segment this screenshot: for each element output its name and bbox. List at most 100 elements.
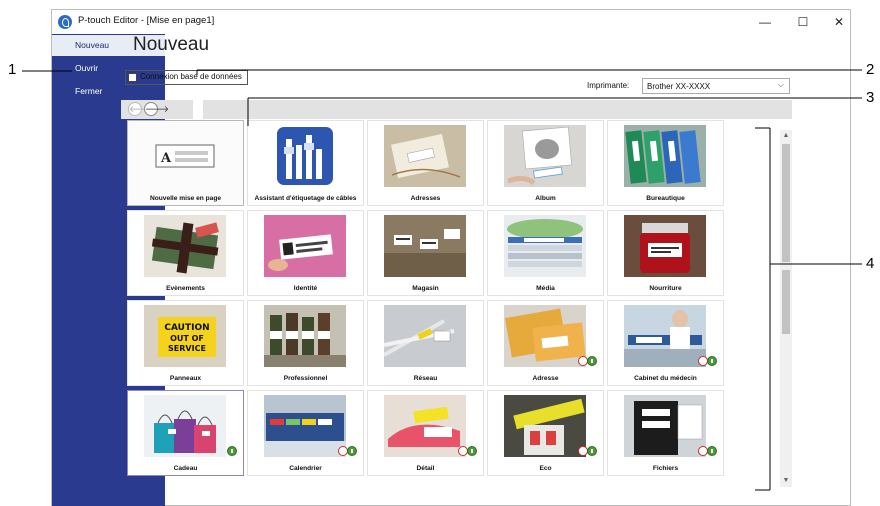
network-cables-photo xyxy=(384,305,466,367)
service-text: SERVICE xyxy=(168,344,206,353)
template-tile-nourriture[interactable]: Nourriture xyxy=(607,210,724,296)
template-tile-evenements[interactable]: Evènements xyxy=(127,210,244,296)
tile-label: Adresses xyxy=(410,195,441,202)
template-tile-cabinet-medecin[interactable]: Cabinet du médecin xyxy=(607,300,724,386)
doctor-office-photo xyxy=(624,305,706,367)
cable-wizard-thumbnail xyxy=(277,127,333,185)
store-photo xyxy=(384,215,466,277)
address-envelope-photo xyxy=(504,305,586,367)
tile-label: Calendrier xyxy=(289,465,322,472)
template-tile-assistant-cables[interactable]: Assistant d'étiquetage de câbles xyxy=(247,120,364,206)
download-icon[interactable] xyxy=(227,446,237,456)
scrollbar-thumb[interactable] xyxy=(782,144,790,262)
gift-bags-photo xyxy=(144,395,226,457)
template-tile-detail[interactable]: Détail xyxy=(367,390,484,476)
events-gift-photo xyxy=(144,215,226,277)
template-tile-album[interactable]: Album xyxy=(487,120,604,206)
download-icon[interactable] xyxy=(707,356,717,366)
window-title: P-touch Editor - [Mise en page1] xyxy=(78,15,215,26)
callout-1: 1 xyxy=(8,61,17,78)
printer-select[interactable]: Brother XX-XXXX ⌵ xyxy=(642,78,790,94)
tile-label: Nouvelle mise en page xyxy=(149,195,222,202)
template-tile-professionnel[interactable]: Professionnel xyxy=(247,300,364,386)
back-arrow-icon[interactable]: 🡐 xyxy=(128,102,153,116)
tile-label: Détail xyxy=(416,465,435,472)
tile-label: Eco xyxy=(539,465,552,472)
title-bar[interactable]: P-touch Editor - [Mise en page1] — ☐ ✕ xyxy=(52,10,850,34)
template-tile-adresses[interactable]: Adresses xyxy=(367,120,484,206)
maximize-button[interactable]: ☐ xyxy=(790,12,816,32)
template-tile-calendrier[interactable]: Calendrier xyxy=(247,390,364,476)
template-tile-bureautique[interactable]: Bureautique xyxy=(607,120,724,206)
signs-caution-photo: CAUTION OUT OF SERVICE xyxy=(144,305,226,367)
template-grid: A Nouvelle mise en page Assistant d'étiq… xyxy=(127,120,737,483)
tile-label: Média xyxy=(536,285,555,292)
ptouch-app-icon xyxy=(58,15,72,29)
callout-3: 3 xyxy=(866,89,875,106)
identity-badge-photo xyxy=(264,215,346,277)
scrollbar-thumb-secondary[interactable] xyxy=(782,270,790,334)
new-layout-thumbnail: A xyxy=(155,144,215,168)
chevron-down-icon: ⌵ xyxy=(777,80,784,89)
close-button[interactable]: ✕ xyxy=(826,12,852,32)
download-icon[interactable] xyxy=(467,446,477,456)
database-connection-label: Connexion base de données xyxy=(140,72,242,81)
caution-text: CAUTION xyxy=(164,323,209,333)
tile-label: Bureautique xyxy=(646,195,685,202)
professional-bottles-photo xyxy=(264,305,346,367)
category-path-bar xyxy=(203,100,792,119)
tile-label: Réseau xyxy=(413,375,438,382)
album-photo xyxy=(504,125,586,187)
template-tile-cadeau[interactable]: Cadeau xyxy=(127,390,244,476)
download-icon[interactable] xyxy=(347,446,357,456)
tile-label: Magasin xyxy=(412,285,439,292)
office-binders-photo xyxy=(624,125,706,187)
navigation-bar: 🡐 🡒 xyxy=(121,100,193,119)
tile-label: Assistant d'étiquetage de câbles xyxy=(254,195,357,202)
template-tile-adresse[interactable]: Adresse xyxy=(487,300,604,386)
vertical-scrollbar[interactable]: ▲ ▼ xyxy=(780,130,792,487)
food-jar-photo xyxy=(624,215,706,277)
retail-shoe-photo xyxy=(384,395,466,457)
files-binder-photo xyxy=(624,395,706,457)
callout-2: 2 xyxy=(866,61,875,78)
tile-label: Fichiers xyxy=(652,465,679,472)
tile-label: Evènements xyxy=(166,285,205,292)
tile-label: Nourriture xyxy=(649,285,682,292)
addresses-photo xyxy=(384,125,466,187)
tile-label: Professionnel xyxy=(283,375,328,382)
template-tile-media[interactable]: Média xyxy=(487,210,604,296)
svg-text:A: A xyxy=(160,151,172,166)
scroll-down-arrow-icon[interactable]: ▼ xyxy=(780,475,792,487)
media-discs-photo xyxy=(504,215,586,277)
screenshot-stage: P-touch Editor - [Mise en page1] — ☐ ✕ N… xyxy=(0,0,880,506)
template-tile-reseau[interactable]: Réseau xyxy=(367,300,484,386)
template-tile-nouvelle-mise-en-page[interactable]: A Nouvelle mise en page xyxy=(127,120,244,206)
out-of-text: OUT OF xyxy=(170,334,204,343)
page-title: Nouveau xyxy=(133,34,210,55)
printer-label: Imprimante: xyxy=(587,81,630,90)
callout-4: 4 xyxy=(866,255,875,272)
tile-label: Adresse xyxy=(532,375,559,382)
template-tile-fichiers[interactable]: Fichiers xyxy=(607,390,724,476)
minimize-button[interactable]: — xyxy=(752,12,778,32)
scroll-up-arrow-icon[interactable]: ▲ xyxy=(780,130,792,142)
calendar-folders-photo xyxy=(264,395,346,457)
template-tile-magasin[interactable]: Magasin xyxy=(367,210,484,296)
tile-label: Panneaux xyxy=(169,375,202,382)
tile-label: Cadeau xyxy=(173,465,198,472)
template-tile-panneaux[interactable]: CAUTION OUT OF SERVICE Panneaux xyxy=(127,300,244,386)
database-connection-checkbox[interactable]: Connexion base de données xyxy=(125,70,248,85)
template-tile-identite[interactable]: Identité xyxy=(247,210,364,296)
tile-label: Cabinet du médecin xyxy=(634,375,697,382)
forward-arrow-icon[interactable]: 🡒 xyxy=(144,102,169,116)
tile-label: Identité xyxy=(293,285,318,292)
download-icon[interactable] xyxy=(587,446,597,456)
printer-value: Brother XX-XXXX xyxy=(647,82,711,91)
download-icon[interactable] xyxy=(587,356,597,366)
download-icon[interactable] xyxy=(707,446,717,456)
checkbox-box[interactable] xyxy=(128,73,137,82)
tile-label: Album xyxy=(535,195,556,202)
template-tile-eco[interactable]: Eco xyxy=(487,390,604,476)
eco-switch-photo xyxy=(504,395,586,457)
